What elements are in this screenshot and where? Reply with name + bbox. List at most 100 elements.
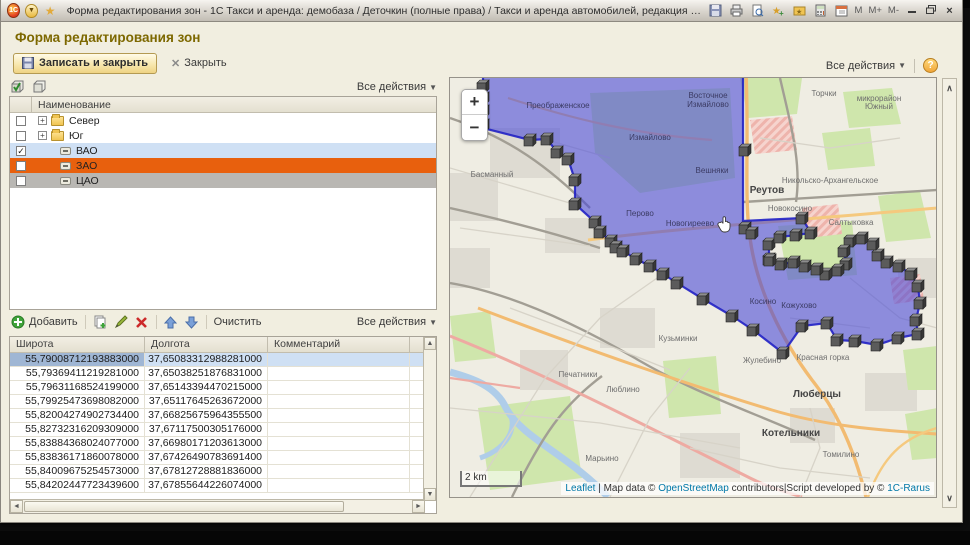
delete-point-icon[interactable] xyxy=(135,315,149,329)
comment-cell[interactable] xyxy=(268,479,410,492)
calc-memory-mminus[interactable]: M- xyxy=(888,5,899,16)
points-all-actions-button[interactable]: Все действия▼ xyxy=(357,316,437,328)
vertex-cube-marker[interactable] xyxy=(788,256,800,268)
vertex-cube-marker[interactable] xyxy=(799,260,811,272)
vertex-cube-marker[interactable] xyxy=(805,227,817,239)
vertex-cube-marker[interactable] xyxy=(832,264,844,276)
save-icon[interactable] xyxy=(708,3,723,18)
clear-points-button[interactable]: Очистить xyxy=(214,316,262,328)
expand-icon[interactable]: + xyxy=(38,116,47,125)
comment-cell[interactable] xyxy=(268,451,410,464)
vertex-cube-marker[interactable] xyxy=(867,238,879,250)
row-checkbox[interactable] xyxy=(16,161,26,171)
point-row[interactable]: 55,8273231620930900037,67117500305176000 xyxy=(10,423,436,437)
vertex-cube-marker[interactable] xyxy=(790,229,802,241)
point-row[interactable]: 55,7936941121928100037,65038251876831000 xyxy=(10,367,436,381)
latitude-cell[interactable]: 55,82732316209309000 xyxy=(10,423,145,436)
vertex-cube-marker[interactable] xyxy=(777,347,789,359)
latitude-cell[interactable]: 55,79369411219281000 xyxy=(10,367,145,380)
point-row[interactable]: 55,8420244772343960037,67855644226074000 xyxy=(10,479,436,493)
vertex-cube-marker[interactable] xyxy=(617,245,629,257)
latitude-cell[interactable]: 55,82004274902734400 xyxy=(10,409,145,422)
vertex-cube-marker[interactable] xyxy=(657,268,669,280)
minimize-button[interactable] xyxy=(905,5,918,17)
vertex-cube-marker[interactable] xyxy=(774,231,786,243)
row-checkbox[interactable] xyxy=(16,176,26,186)
map-view[interactable]: ПреображенскоеВосточноеИзмайловоИзмайлов… xyxy=(449,77,937,498)
vertex-cube-marker[interactable] xyxy=(551,146,563,158)
scroll-up-chevron-icon[interactable]: ∧ xyxy=(943,81,956,95)
latitude-cell[interactable]: 55,79008712193883000 xyxy=(10,353,145,366)
vertex-cube-marker[interactable] xyxy=(838,245,850,257)
scroll-left-icon[interactable]: ◄ xyxy=(10,500,23,513)
calendar-icon[interactable] xyxy=(834,3,849,18)
point-row[interactable]: 55,8400967525457300037,67812728881836000 xyxy=(10,465,436,479)
1c-logo-icon[interactable]: 1С xyxy=(7,3,20,18)
scroll-up-icon[interactable]: ▲ xyxy=(424,337,436,350)
points-horizontal-scrollbar[interactable]: ◄ ► xyxy=(10,499,425,513)
vertex-cube-marker[interactable] xyxy=(569,174,581,186)
vertex-cube-marker[interactable] xyxy=(914,297,926,309)
vertex-cube-marker[interactable] xyxy=(905,268,917,280)
expand-icon[interactable]: + xyxy=(38,131,47,140)
vertex-cube-marker[interactable] xyxy=(524,134,536,146)
longitude-cell[interactable]: 37,65038251876831000 xyxy=(145,367,268,380)
add-favorite-icon[interactable]: ★+ xyxy=(771,3,786,18)
edit-point-icon[interactable] xyxy=(114,315,128,329)
point-row[interactable]: 55,8388436802407700037,66980171203613000 xyxy=(10,437,436,451)
longitude-cell[interactable]: 37,67812728881836000 xyxy=(145,465,268,478)
latitude-cell[interactable]: 55,83836171860078000 xyxy=(10,451,145,464)
vertex-cube-marker[interactable] xyxy=(811,263,823,275)
vertex-cube-marker[interactable] xyxy=(893,260,905,272)
vertex-cube-marker[interactable] xyxy=(747,324,759,336)
point-row[interactable]: 55,7992547369808200037,65117645263672000 xyxy=(10,395,436,409)
points-vertical-scrollbar[interactable]: ▲ ▼ xyxy=(423,337,436,501)
vertex-cube-marker[interactable] xyxy=(630,253,642,265)
vertex-cube-marker[interactable] xyxy=(821,317,833,329)
zoom-in-button[interactable]: + xyxy=(462,90,487,115)
vertex-cube-marker[interactable] xyxy=(910,314,922,326)
add-point-button[interactable]: Добавить xyxy=(11,315,78,329)
comment-cell[interactable] xyxy=(268,423,410,436)
longitude-cell[interactable]: 37,67117500305176000 xyxy=(145,423,268,436)
vertex-cube-marker[interactable] xyxy=(594,226,606,238)
scroll-down-icon[interactable]: ▼ xyxy=(424,488,436,501)
longitude-cell[interactable]: 37,67855644226074000 xyxy=(145,479,268,492)
form-vertical-scrollbar[interactable]: ∧ ∨ xyxy=(942,78,957,508)
tree-row-Юг[interactable]: +Юг xyxy=(10,128,436,143)
row-checkbox[interactable] xyxy=(16,131,26,141)
vertex-cube-marker[interactable] xyxy=(541,133,553,145)
map-canvas[interactable]: ПреображенскоеВосточноеИзмайловоИзмайлов… xyxy=(450,78,937,497)
vertex-cube-marker[interactable] xyxy=(872,249,884,261)
main-menu-dropdown-icon[interactable]: ▼ xyxy=(25,4,37,18)
vertex-cube-marker[interactable] xyxy=(856,232,868,244)
latitude-cell[interactable]: 55,79925473698082000 xyxy=(10,395,145,408)
longitude-cell[interactable]: 37,65143394470215000 xyxy=(145,381,268,394)
vertex-cube-marker[interactable] xyxy=(671,277,683,289)
map-all-actions-button[interactable]: Все действия▼ xyxy=(826,60,906,72)
restore-button[interactable] xyxy=(924,5,937,17)
scroll-right-icon[interactable]: ► xyxy=(412,500,425,513)
print-icon[interactable] xyxy=(729,3,744,18)
vertex-cube-marker[interactable] xyxy=(697,293,709,305)
latitude-cell[interactable]: 55,83884368024077000 xyxy=(10,437,145,450)
vertex-cube-marker[interactable] xyxy=(831,334,843,346)
tree-row-ЗАО[interactable]: ЗАО xyxy=(10,158,436,173)
longitude-cell[interactable]: 37,66825675964355500 xyxy=(145,409,268,422)
row-checkbox[interactable] xyxy=(16,116,26,126)
comment-column-header[interactable]: Комментарий xyxy=(268,337,410,352)
tree-row-ЦАО[interactable]: ЦАО xyxy=(10,173,436,188)
vertex-cube-marker[interactable] xyxy=(569,198,581,210)
vertex-cube-marker[interactable] xyxy=(849,335,861,347)
vertex-cube-marker[interactable] xyxy=(739,144,751,156)
comment-cell[interactable] xyxy=(268,353,410,366)
latitude-cell[interactable]: 55,84202447723439600 xyxy=(10,479,145,492)
scroll-down-chevron-icon[interactable]: ∨ xyxy=(943,491,956,505)
comment-cell[interactable] xyxy=(268,437,410,450)
longitude-column-header[interactable]: Долгота xyxy=(145,337,268,352)
close-form-button[interactable]: ✕ Закрыть xyxy=(171,57,227,70)
row-checkbox[interactable]: ✓ xyxy=(16,146,26,156)
vertex-cube-marker[interactable] xyxy=(562,153,574,165)
point-row[interactable]: 55,8383617186007800037,67426490783691400 xyxy=(10,451,436,465)
clear-marks-icon[interactable] xyxy=(33,80,47,94)
